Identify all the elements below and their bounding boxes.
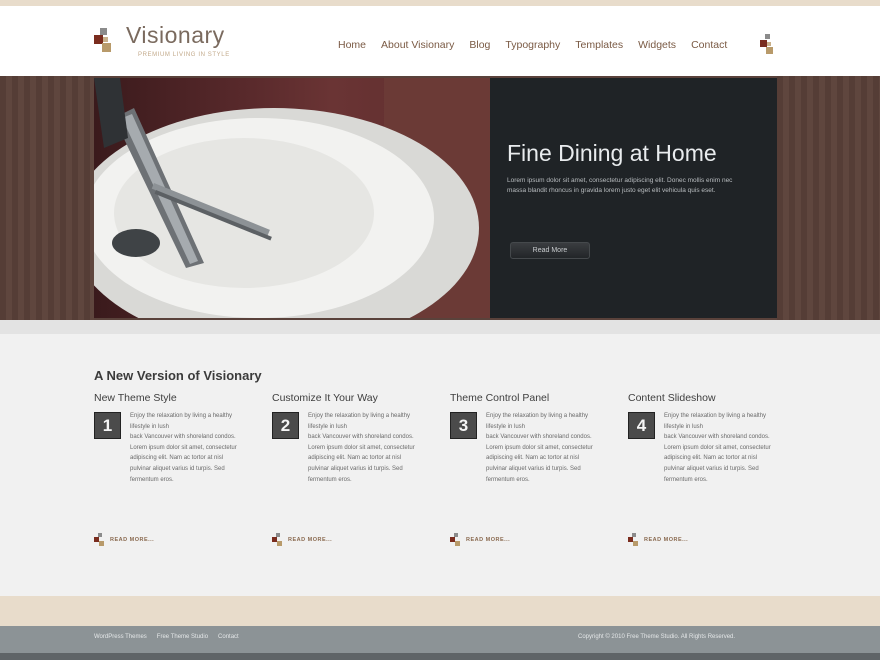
site-header: Visionary PREMIUM LIVING IN STYLE Home A…: [0, 6, 880, 76]
feature-text: Enjoy the relaxation by living a healthy…: [130, 413, 237, 483]
feature-card: New Theme Style 1 Enjoy the relaxation b…: [94, 392, 254, 552]
section-divider: [0, 320, 880, 334]
feature-text: Enjoy the relaxation by living a healthy…: [308, 413, 415, 483]
feature-title: New Theme Style: [94, 392, 177, 404]
nav-templates[interactable]: Templates: [575, 39, 623, 51]
feature-title: Theme Control Panel: [450, 392, 550, 404]
site-logo[interactable]: Visionary PREMIUM LIVING IN STYLE: [94, 22, 264, 66]
feature-card: Theme Control Panel 3 Enjoy the relaxati…: [450, 392, 610, 552]
nav-home[interactable]: Home: [338, 39, 366, 51]
read-more-link[interactable]: READ MORE...: [94, 532, 154, 548]
site-footer: WordPress Themes Free Theme Studio Conta…: [0, 626, 880, 653]
footer-links: WordPress Themes Free Theme Studio Conta…: [94, 634, 249, 640]
hero-caption-panel: [490, 78, 777, 318]
hero-read-more-button[interactable]: Read More: [510, 242, 590, 259]
feature-title: Customize It Your Way: [272, 392, 378, 404]
tile-cluster-icon: [450, 533, 460, 546]
hero-slideshow: [0, 76, 880, 320]
tile-cluster-icon: [94, 28, 111, 52]
read-more-link[interactable]: READ MORE...: [272, 532, 332, 548]
tile-cluster-icon: [94, 533, 104, 546]
feature-card: Content Slideshow 4 Enjoy the relaxation…: [628, 392, 788, 552]
feature-text: Enjoy the relaxation by living a healthy…: [664, 413, 771, 483]
nav-about[interactable]: About Visionary: [381, 39, 454, 51]
hero-image: [94, 78, 490, 318]
hero-title: Fine Dining at Home: [507, 140, 717, 166]
hero-description: Lorem ipsum dolor sit amet, consectetur …: [507, 177, 733, 194]
tile-cluster-icon: [272, 533, 282, 546]
main-nav: Home About Visionary Blog Typography Tem…: [338, 35, 742, 55]
site-tagline: PREMIUM LIVING IN STYLE: [138, 52, 230, 58]
read-more-link[interactable]: READ MORE...: [628, 532, 688, 548]
tile-cluster-icon[interactable]: [760, 34, 776, 56]
hero-backdrop-left: [0, 76, 94, 320]
nav-typography[interactable]: Typography: [505, 39, 560, 51]
footer-link-free-theme-studio[interactable]: Free Theme Studio: [157, 634, 208, 640]
nav-widgets[interactable]: Widgets: [638, 39, 676, 51]
feature-title: Content Slideshow: [628, 392, 716, 404]
site-title: Visionary: [126, 22, 225, 48]
read-more-link[interactable]: READ MORE...: [450, 532, 510, 548]
feature-card: Customize It Your Way 2 Enjoy the relaxa…: [272, 392, 432, 552]
nav-blog[interactable]: Blog: [469, 39, 490, 51]
section-title: A New Version of Visionary: [94, 368, 262, 383]
footer-link-contact[interactable]: Contact: [218, 634, 239, 640]
footer-link-wordpress-themes[interactable]: WordPress Themes: [94, 634, 147, 640]
nav-contact[interactable]: Contact: [691, 39, 727, 51]
footer-copyright: Copyright © 2010 Free Theme Studio. All …: [578, 634, 736, 640]
footer-base-bar: [0, 653, 880, 660]
footer-top-band: [0, 596, 880, 626]
tile-cluster-icon: [628, 533, 638, 546]
feature-text: Enjoy the relaxation by living a healthy…: [486, 413, 593, 483]
hero-backdrop-right: [777, 76, 880, 320]
